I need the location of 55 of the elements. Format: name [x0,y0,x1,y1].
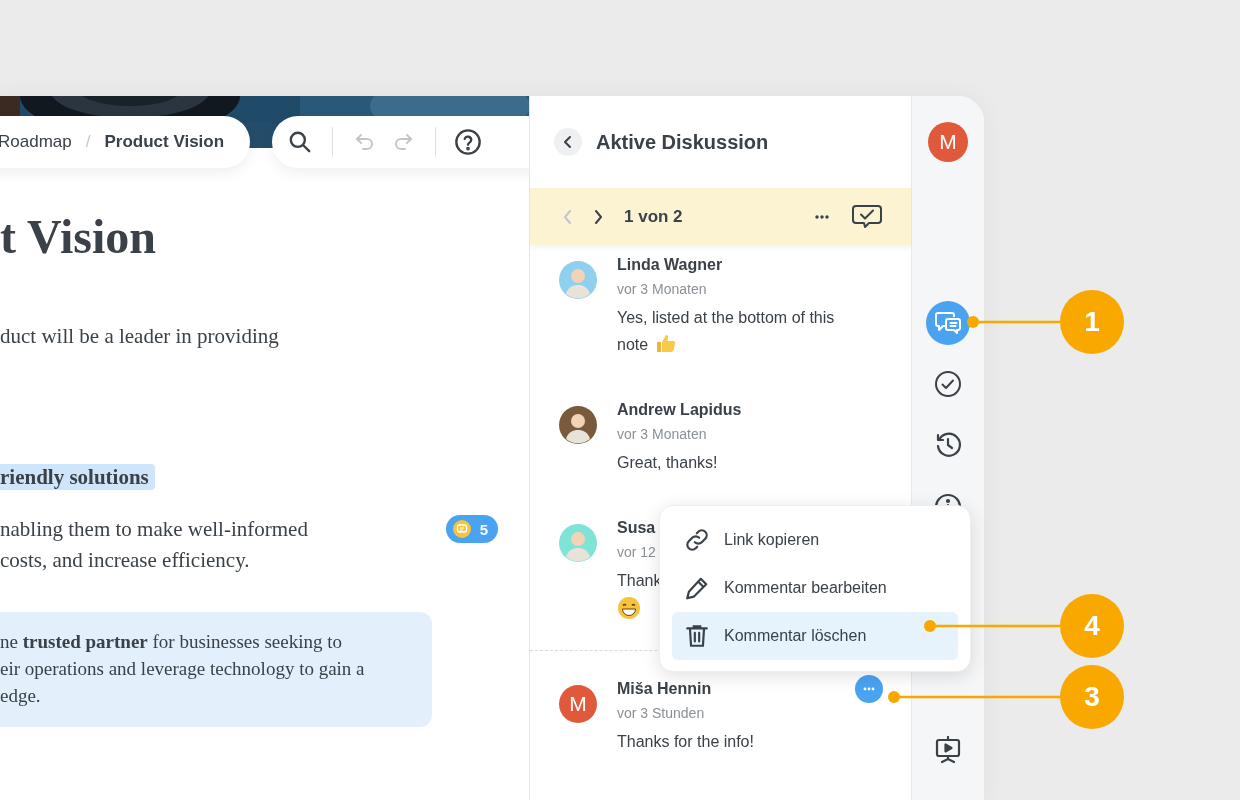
comment-text: Thank [617,571,662,591]
comment-text: Great, thanks! [617,453,718,473]
grinning-face-icon [617,596,641,620]
avatar [559,406,597,444]
paragraph: nabling them to make well-informed costs, and increase efficiency. [0,516,308,574]
comment-text: Yes, listed at the bottom of this note [617,308,836,356]
presentation-icon [934,736,962,764]
highlighted-heading: riendly solutions [0,464,155,490]
quote-text: ne trusted partner for businesses seeking to eir operations and leverage technology to gain a edge. [0,630,366,708]
menu-item[interactable]: Kommentar bearbeiten [672,564,958,612]
avatar [559,261,597,299]
trash-icon [684,623,710,649]
resolve-button[interactable] [851,203,883,230]
user-avatar[interactable]: M [928,122,968,162]
breadcrumb-link[interactable]: Roadmap [0,132,72,152]
search-icon [287,129,313,155]
breadcrumb-link[interactable]: Product Vision [104,132,225,152]
comment-text: Thanks for the info! [617,732,754,752]
comment-icon [451,519,472,539]
comment-time: vor 3 Stunden [617,704,705,723]
more-icon [863,687,875,691]
pencil-icon [684,575,710,601]
comment-time: vor 3 Monaten [617,280,707,299]
help-icon [454,128,482,156]
menu-item[interactable]: Link kopieren [672,516,958,564]
comment-time: vor 3 Monaten [617,425,707,444]
thumbs-up-icon [654,332,677,354]
breadcrumb-separator: / [85,132,91,152]
speech-bubbles-icon [934,309,962,337]
panel-title: Aktive Diskussion [596,130,769,154]
author-name: Susa [617,518,656,538]
author-name: Andrew Lapidus [617,400,742,420]
check-circle-icon [934,370,962,398]
callout-number: 4 [1060,594,1124,658]
avatar: M [559,685,597,723]
history-icon [934,431,962,459]
chevron-right-icon [592,208,604,225]
checked-speech-bubble-icon [851,203,883,230]
comments-button[interactable] [926,301,970,345]
callout-number: 3 [1060,665,1124,729]
back-button[interactable] [554,128,582,156]
paragraph: duct will be a leader in providing [0,323,280,350]
comment-time: vor 12 [617,543,656,562]
document-title: t Vision [0,211,158,263]
help-button[interactable] [452,126,484,158]
avatar [559,524,597,562]
callout-number: 1 [1060,290,1124,354]
pager-label: 1 von 2 [624,206,683,227]
author-name: Linda Wagner [617,255,723,275]
more-icon [815,214,829,219]
author-name: Miša Hennin [617,679,712,699]
chevron-left-icon [562,208,574,225]
link-icon [684,527,710,553]
info-icon [934,492,962,506]
menu-item[interactable]: Kommentar löschen [672,612,958,660]
